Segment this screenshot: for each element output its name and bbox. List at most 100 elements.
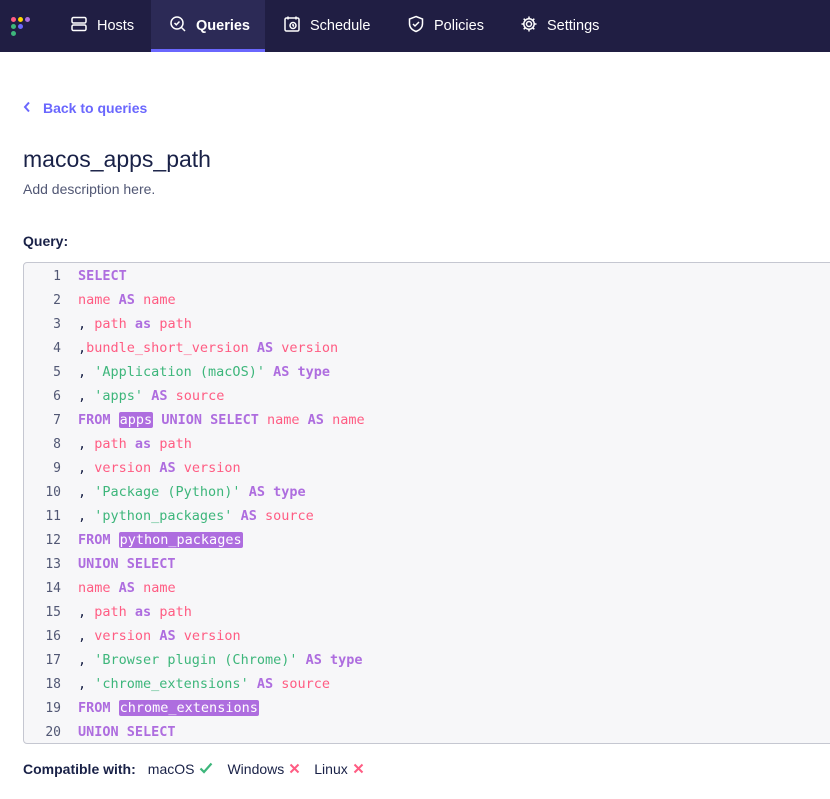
code-line[interactable]: 17, 'Browser plugin (Chrome)' AS type — [24, 648, 830, 672]
query-label: Query: — [23, 233, 69, 249]
highlighted-table-name: python_packages — [118, 532, 243, 548]
code-token: version — [281, 340, 339, 356]
sql-editor[interactable]: 1 SELECT 2 name AS name 3 , path as path 4 ,bun… — [23, 262, 830, 744]
code-token: path — [94, 604, 127, 620]
back-link-label: Back to queries — [43, 100, 148, 116]
nav-label-hosts: Hosts — [97, 18, 135, 34]
code-line[interactable]: 10, 'Package (Python)' AS type — [24, 480, 830, 504]
line-number: 20 — [45, 724, 61, 740]
code-token: name — [78, 292, 111, 308]
code-token: SELECT — [126, 724, 176, 740]
code-token: 'python_packages' — [94, 508, 233, 524]
nav-item-queries[interactable]: Queries — [151, 0, 265, 52]
code-line[interactable]: 1 SELECT — [24, 264, 830, 288]
code-text: , path as path — [78, 316, 192, 332]
code-token: source — [175, 388, 225, 404]
code-token: type — [330, 652, 363, 668]
code-line[interactable]: 20 UNION SELECT — [24, 720, 830, 743]
line-number: 6 — [53, 388, 61, 404]
code-text: UNION SELECT — [78, 556, 176, 572]
code-line[interactable]: 5, 'Application (macOS)' AS type — [24, 360, 830, 384]
code-token: UNION — [78, 724, 119, 740]
line-number: 11 — [45, 508, 61, 524]
code-line[interactable]: 2 name AS name — [24, 288, 830, 312]
code-line[interactable]: 6, 'apps' AS source — [24, 384, 830, 408]
nav-item-hosts[interactable]: Hosts — [52, 0, 151, 52]
code-line[interactable]: 12 FROM python_packages — [24, 528, 830, 552]
line-number: 18 — [45, 676, 61, 692]
nav-label-queries: Queries — [196, 18, 250, 34]
code-line[interactable]: 14 name AS name — [24, 576, 830, 600]
code-text: , 'Browser plugin (Chrome)' AS type — [78, 652, 363, 668]
code-text: SELECT — [78, 268, 127, 284]
back-to-queries-link[interactable]: Back to queries — [23, 100, 147, 116]
code-token: AS — [151, 388, 168, 404]
code-line[interactable]: 19 FROM chrome_extensions — [24, 696, 830, 720]
platform-name: macOS — [147, 761, 195, 777]
platform-windows: Windows — [227, 761, 300, 777]
code-token: version — [94, 628, 152, 644]
code-token: FROM — [78, 532, 111, 548]
code-token: 'apps' — [94, 388, 144, 404]
code-text: FROM apps UNION SELECT name AS name — [78, 412, 365, 428]
nav-item-schedule[interactable]: Schedule — [265, 0, 389, 52]
code-line[interactable]: 11, 'python_packages' AS source — [24, 504, 830, 528]
code-line[interactable]: 8, path as path — [24, 432, 830, 456]
code-text: , 'chrome_extensions' AS source — [78, 676, 330, 692]
nav-label-policies: Policies — [434, 18, 484, 34]
code-token: type — [273, 484, 306, 500]
code-token: type — [297, 364, 331, 380]
line-number: 19 — [45, 700, 61, 716]
query-description[interactable]: Add description here. — [23, 181, 155, 197]
nav-item-settings[interactable]: Settings — [502, 0, 620, 52]
code-token: AS — [118, 292, 135, 308]
code-text: name AS name — [78, 580, 176, 596]
code-line[interactable]: 16, version AS version — [24, 624, 830, 648]
line-number: 10 — [45, 484, 61, 500]
platform-linux: Linux — [314, 761, 363, 777]
code-token: AS — [159, 628, 176, 644]
code-line[interactable]: 9, version AS version — [24, 456, 830, 480]
code-token: SELECT — [210, 412, 259, 428]
code-token: , — [78, 508, 95, 524]
code-line[interactable]: 4 ,bundle_short_version AS version — [24, 336, 830, 360]
code-token: name — [332, 412, 365, 428]
page-title[interactable]: macos_apps_path — [23, 146, 211, 173]
code-line[interactable]: 15, path as path — [24, 600, 830, 624]
code-token: FROM — [78, 700, 111, 716]
code-token: , — [78, 604, 95, 620]
code-line[interactable]: 3 , path as path — [24, 312, 830, 336]
top-navigation: Hosts Queries Schedule Policies Settings — [0, 0, 830, 52]
line-number: 3 — [53, 316, 61, 332]
code-token: UNION — [78, 556, 119, 572]
line-number: 14 — [45, 580, 61, 596]
code-text: FROM python_packages — [78, 532, 243, 548]
code-text: , path as path — [78, 436, 192, 452]
check-icon — [199, 761, 213, 777]
code-token: 'Package (Python)' — [94, 484, 241, 500]
nav-item-policies[interactable]: Policies — [389, 0, 502, 52]
fleet-logo-icon[interactable] — [0, 0, 52, 52]
code-line[interactable]: 7 FROM apps UNION SELECT name AS name — [24, 408, 830, 432]
code-line[interactable]: 18 , 'chrome_extensions' AS source — [24, 672, 830, 696]
code-token: 'Application (macOS)' — [94, 364, 265, 380]
platform-name: Linux — [314, 761, 348, 777]
chevron-left-icon — [23, 100, 31, 116]
code-text: FROM chrome_extensions — [78, 700, 259, 716]
code-token: , — [78, 436, 95, 452]
code-line[interactable]: 13 UNION SELECT — [24, 552, 830, 576]
